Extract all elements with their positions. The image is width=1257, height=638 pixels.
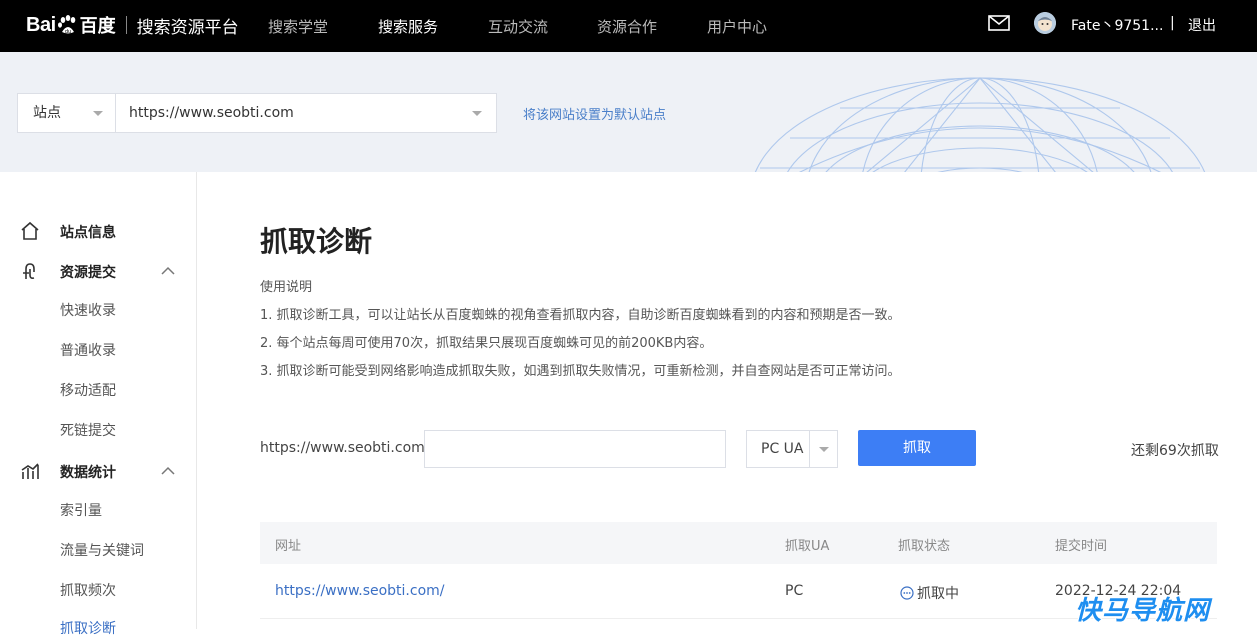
sidebar-group-label: 数据统计 xyxy=(60,465,116,481)
sidebar-item-dead-link[interactable]: 死链提交 xyxy=(60,420,116,440)
usage-line-1: 1. 抓取诊断工具，可以让站长从百度蜘蛛的视角查看抓取内容，自助诊断百度蜘蛛看到… xyxy=(260,308,901,323)
ua-dropdown-toggle[interactable] xyxy=(809,431,837,467)
loading-dots-icon xyxy=(900,586,914,600)
username[interactable]: Fate丶9751... xyxy=(1071,15,1163,35)
site-type-label: 站点 xyxy=(33,105,61,121)
svg-text:du: du xyxy=(64,29,70,35)
site-type-dropdown[interactable]: 站点 xyxy=(18,94,116,132)
fetch-button[interactable]: 抓取 xyxy=(858,430,976,466)
chart-icon xyxy=(21,463,39,479)
table-header: 网址 抓取UA 抓取状态 提交时间 xyxy=(260,522,1217,564)
home-icon xyxy=(21,221,39,240)
chevron-down-icon xyxy=(93,111,103,116)
nav-user-center[interactable]: 用户中心 xyxy=(707,16,767,37)
url-prefix: https://www.seobti.com/ xyxy=(260,440,430,456)
row-status-label: 抓取中 xyxy=(917,586,959,602)
sidebar-item-crawl-frequency[interactable]: 抓取频次 xyxy=(60,580,116,600)
sidebar-group-resource-submit[interactable]: 资源提交 xyxy=(0,259,197,283)
column-header-status: 抓取状态 xyxy=(898,539,951,554)
logo-du-text: 百度 xyxy=(79,16,116,37)
baidu-logo[interactable]: Bai du 百度 搜索资源平台 xyxy=(26,8,239,42)
row-url-link[interactable]: https://www.seobti.com/ xyxy=(275,583,445,599)
chevron-up-icon[interactable] xyxy=(161,266,175,275)
nav-search-service[interactable]: 搜索服务 xyxy=(378,16,438,37)
top-navigation-bar: Bai du 百度 搜索资源平台 搜索学堂 搜索服务 互动交流 资源合作 用户中… xyxy=(0,0,1257,52)
user-separator: | xyxy=(1170,15,1175,31)
sidebar-item-traffic-keywords[interactable]: 流量与关键词 xyxy=(60,540,144,560)
column-header-ua: 抓取UA xyxy=(785,539,830,554)
sidebar-item-label: 站点信息 xyxy=(60,225,116,241)
sidebar-item-crawl-diagnosis[interactable]: 抓取诊断 xyxy=(60,618,116,638)
table-row: https://www.seobti.com/ PC 抓取中 2022-12-2… xyxy=(260,564,1217,619)
globe-decoration-icon xyxy=(754,77,1206,172)
logo-bai-text: Bai xyxy=(26,13,56,36)
nav-interaction[interactable]: 互动交流 xyxy=(488,16,548,37)
chevron-down-icon xyxy=(819,447,829,452)
sidebar-item-index-volume[interactable]: 索引量 xyxy=(60,500,102,520)
site-url-dropdown[interactable]: https://www.seobti.com xyxy=(116,94,496,132)
row-status: 抓取中 xyxy=(900,583,959,603)
platform-name: 搜索资源平台 xyxy=(136,17,239,38)
logo-separator xyxy=(125,16,127,34)
watermark: 快马导航网 xyxy=(1075,596,1211,626)
nav-resource-cooperation[interactable]: 资源合作 xyxy=(597,16,657,37)
path-input[interactable] xyxy=(424,430,726,468)
site-url-value: https://www.seobti.com xyxy=(129,105,294,121)
column-header-url: 网址 xyxy=(275,539,302,554)
sidebar-item-normal-index[interactable]: 普通收录 xyxy=(60,340,116,360)
chevron-down-icon xyxy=(472,111,482,116)
usage-title: 使用说明 xyxy=(260,280,313,295)
avatar-image-icon xyxy=(1034,12,1056,34)
column-header-time: 提交时间 xyxy=(1055,539,1108,554)
ua-select-value: PC UA xyxy=(761,441,804,457)
usage-line-2: 2. 每个站点每周可使用70次，抓取结果只展现百度蜘蛛可见的前200KB内容。 xyxy=(260,336,713,351)
sidebar: 站点信息 资源提交 快速收录 普通收录 移动适配 死链提交 数据统计 索引量 流… xyxy=(0,172,197,637)
mail-icon[interactable] xyxy=(988,15,1010,31)
remaining-count: 还剩69次抓取 xyxy=(1131,443,1219,459)
paw-icon: du xyxy=(57,15,75,35)
nav-search-academy[interactable]: 搜索学堂 xyxy=(268,16,328,37)
site-selector-banner: 站点 https://www.seobti.com 将该网站设置为默认站点 xyxy=(0,52,1257,172)
ua-select[interactable]: PC UA xyxy=(746,430,838,468)
chevron-up-icon[interactable] xyxy=(161,466,175,475)
avatar[interactable] xyxy=(1034,12,1056,34)
page-title: 抓取诊断 xyxy=(260,225,373,258)
sidebar-group-label: 资源提交 xyxy=(60,265,116,281)
sidebar-item-fast-index[interactable]: 快速收录 xyxy=(60,300,116,320)
sidebar-item-mobile-adapt[interactable]: 移动适配 xyxy=(60,380,116,400)
logout-link[interactable]: 退出 xyxy=(1188,15,1216,35)
site-selector: 站点 https://www.seobti.com xyxy=(17,93,497,133)
sidebar-item-site-info[interactable]: 站点信息 xyxy=(0,219,197,243)
submit-link-icon xyxy=(23,263,35,279)
set-default-site-link[interactable]: 将该网站设置为默认站点 xyxy=(523,104,666,123)
row-ua: PC xyxy=(785,583,804,599)
sidebar-group-data-stats[interactable]: 数据统计 xyxy=(0,459,197,483)
usage-line-3: 3. 抓取诊断可能受到网络影响造成抓取失败，如遇到抓取失败情况，可重新检测，并自… xyxy=(260,364,901,379)
